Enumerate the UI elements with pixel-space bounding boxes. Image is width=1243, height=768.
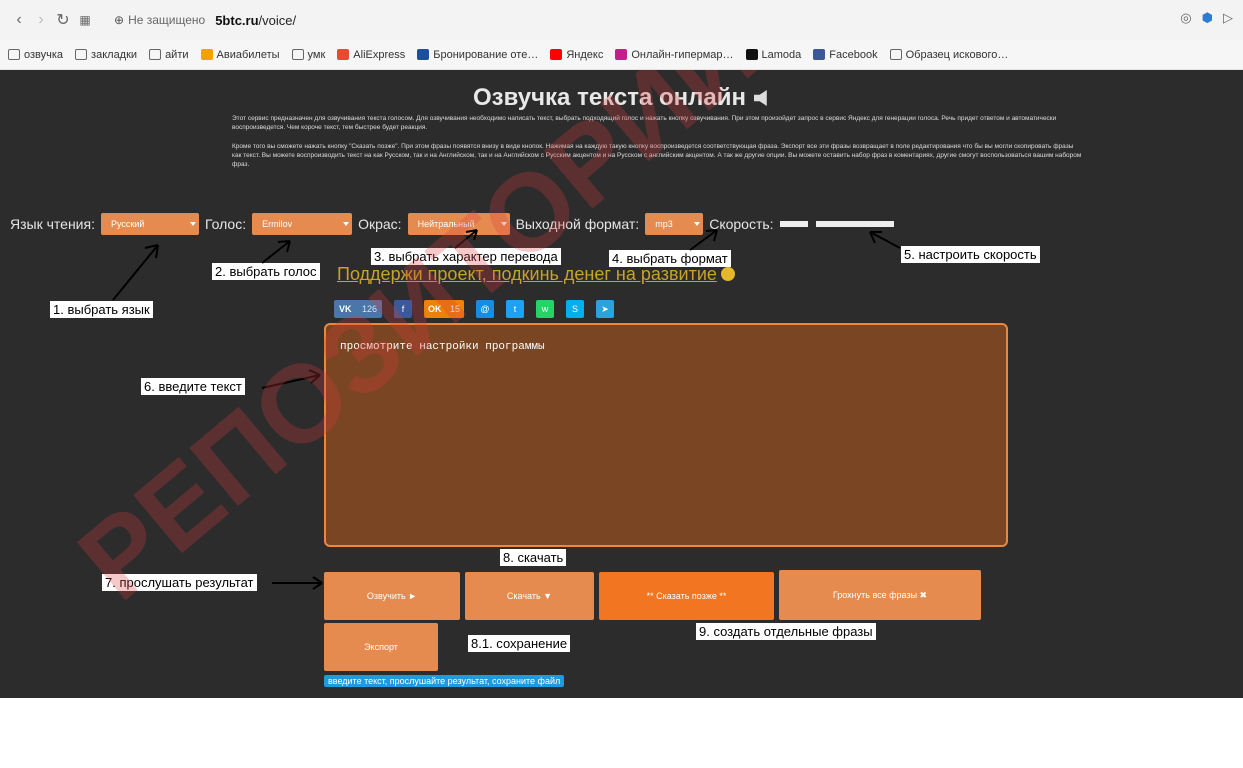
folder-icon: [8, 49, 20, 60]
bookmark-label: закладки: [91, 48, 138, 61]
site-favicon-icon: [337, 49, 350, 60]
annotation-arrows: [112, 229, 901, 590]
bookmark-item[interactable]: умк: [291, 48, 326, 61]
apps-grid-icon[interactable]: ▦: [74, 9, 96, 31]
bookmark-label: Яндекс: [566, 48, 604, 61]
bookmark-item[interactable]: Авиабилеты: [200, 48, 280, 61]
bookmark-item[interactable]: Lamoda: [745, 48, 802, 61]
folder-icon: [149, 49, 162, 60]
folder-icon: [291, 49, 304, 60]
browser-addressbar: ‹ › ↻ ▦ ⊕ Не защищено 5btc.ru/voice/ ◎ ⬢…: [0, 0, 1243, 40]
security-label: Не защищено: [128, 13, 206, 27]
voice-page: Озвучка текста онлайн Этот сервис предна…: [0, 70, 1243, 698]
site-favicon-icon: [417, 49, 430, 60]
bookmark-label: Lamoda: [761, 48, 802, 61]
shield-icon[interactable]: ⬢: [1202, 10, 1213, 26]
site-favicon-icon: [200, 49, 213, 60]
bookmark-label: озвучка: [24, 48, 64, 61]
bookmark-item[interactable]: Образец искового…: [889, 48, 1009, 61]
bookmark-label: Авиабилеты: [216, 48, 280, 61]
bookmark-label: AliExpress: [353, 48, 406, 61]
reload-icon[interactable]: ↻: [52, 9, 74, 31]
bookmark-label: Онлайн-гипермар…: [631, 48, 734, 61]
bookmark-item[interactable]: Facebook: [813, 48, 878, 61]
bookmark-item[interactable]: AliExpress: [337, 49, 405, 61]
bookmark-label: айти: [165, 48, 189, 61]
bookmark-item[interactable]: закладки: [75, 49, 137, 61]
url-field[interactable]: 5btc.ru/voice/: [215, 13, 296, 28]
folder-icon: [889, 49, 902, 60]
folder-icon: [75, 49, 88, 60]
send-icon[interactable]: ▷: [1223, 10, 1233, 26]
bookmark-label: умк: [307, 48, 326, 61]
forward-icon[interactable]: ›: [30, 9, 52, 31]
bookmark-item[interactable]: озвучка: [8, 49, 63, 61]
bookmark-item[interactable]: Бронирование оте…: [417, 49, 538, 61]
site-favicon-icon: [550, 49, 563, 60]
bookmark-item[interactable]: Яндекс: [550, 49, 603, 61]
site-favicon-icon: [745, 49, 758, 60]
camera-icon[interactable]: ◎: [1180, 10, 1191, 26]
bookmark-label: Facebook: [829, 48, 878, 61]
back-icon[interactable]: ‹: [8, 9, 30, 31]
bookmark-label: Образец искового…: [905, 48, 1009, 61]
globe-icon: ⊕: [114, 13, 125, 27]
bookmarks-bar: озвучка закладки айти Авиабилеты умк AliExpre…: [0, 40, 1243, 70]
bookmark-item[interactable]: айти: [149, 48, 189, 61]
bookmark-label: Бронирование оте…: [433, 48, 539, 61]
bookmark-item[interactable]: Онлайн-гипермар…: [615, 48, 734, 61]
site-favicon-icon: [615, 49, 628, 60]
site-favicon-icon: [813, 49, 826, 60]
